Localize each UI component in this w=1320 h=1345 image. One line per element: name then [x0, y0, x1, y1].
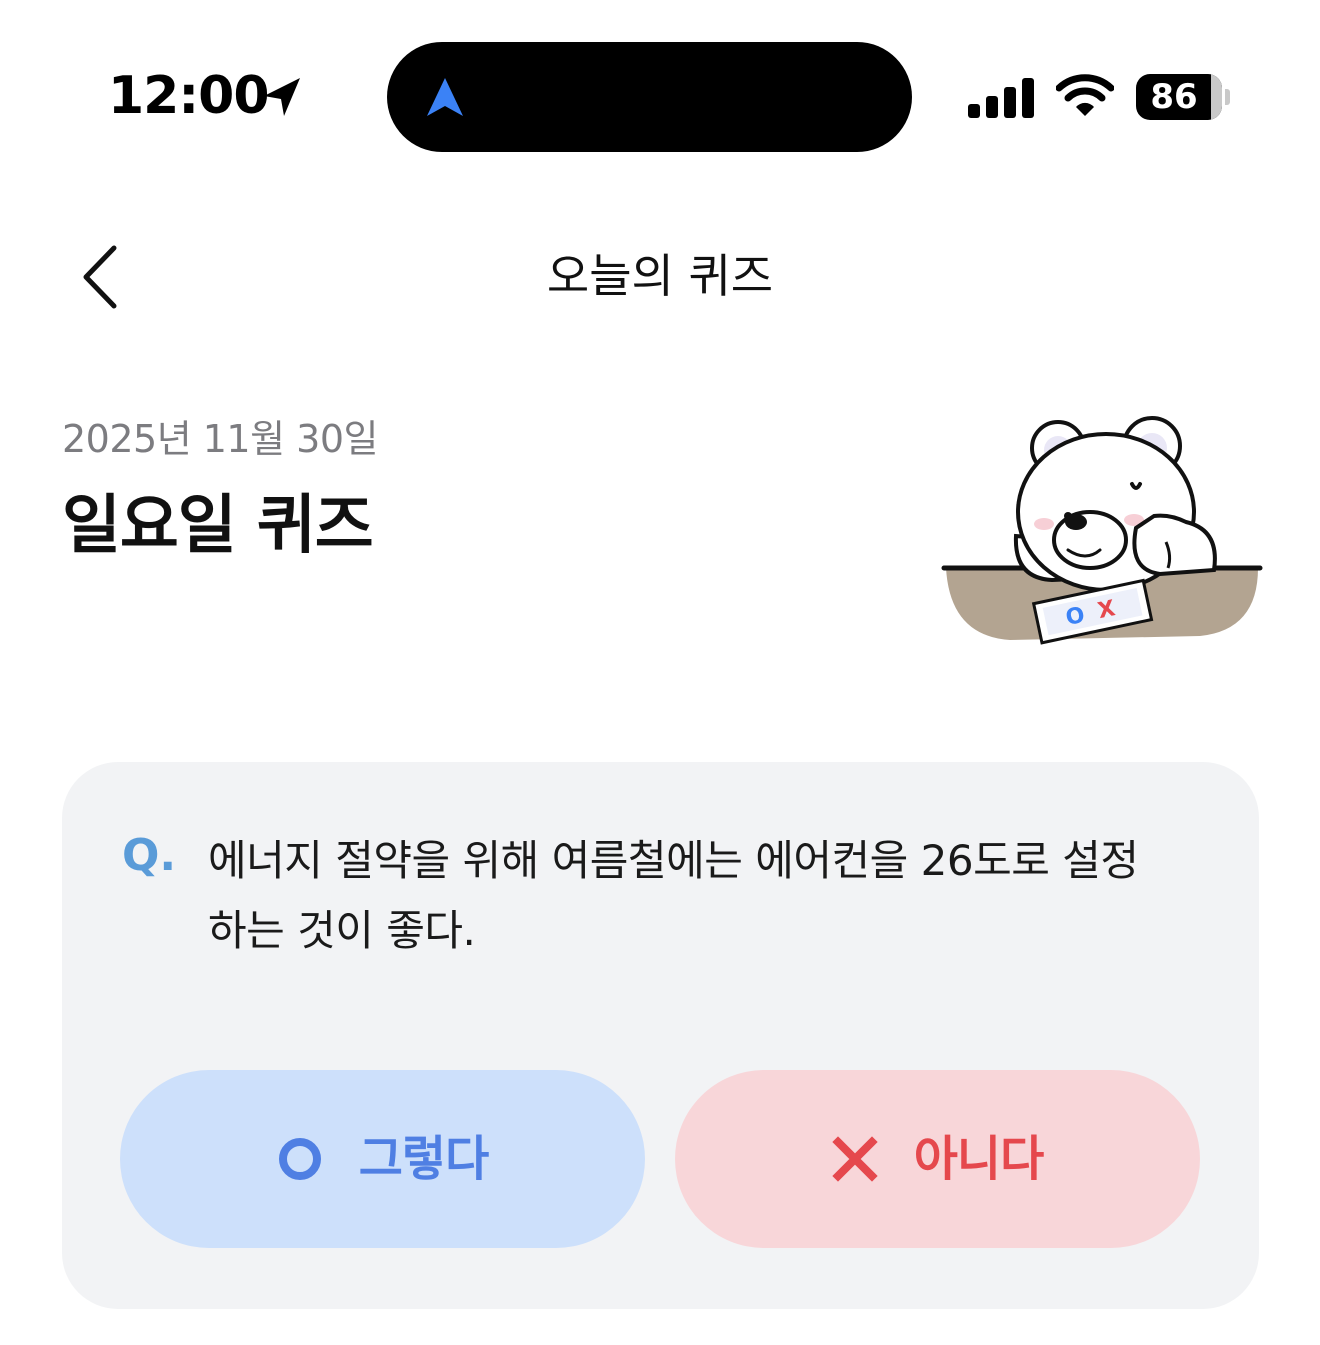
x-mark-icon [832, 1136, 878, 1182]
page-title: 오늘의 퀴즈 [546, 249, 774, 303]
status-time: 12:00 [108, 66, 270, 126]
wifi-icon [1056, 74, 1114, 116]
battery-empty-segment [1211, 74, 1222, 120]
quiz-screen: 12:00 86 오늘의 퀴즈 2025년 11월 30일 일요일 퀴즈 O X… [0, 0, 1320, 1345]
battery-icon: 86 [1136, 74, 1232, 120]
signal-icon [968, 78, 1034, 118]
quiz-heading: 일요일 퀴즈 [62, 489, 374, 563]
question-text: 에너지 절약을 위해 여름철에는 에어컨을 26도로 설정하는 것이 좋다. [208, 836, 1139, 955]
quiz-card: Q. 에너지 절약을 위해 여름철에는 에어컨을 26도로 설정하는 것이 좋다… [62, 762, 1259, 1309]
location-arrow-icon [264, 78, 300, 116]
quiz-date: 2025년 11월 30일 [62, 417, 378, 461]
answer-no-button[interactable]: 아니다 [675, 1070, 1200, 1248]
answer-yes-label: 그렇다 [358, 1131, 489, 1187]
bear-illustration: O X [941, 416, 1263, 645]
circle-o-icon [278, 1138, 321, 1180]
navigation-icon [427, 78, 463, 116]
answer-no-label: 아니다 [913, 1131, 1044, 1187]
battery-cap [1225, 89, 1230, 105]
answer-yes-button[interactable]: 그렇다 [120, 1070, 645, 1248]
battery-body: 86 [1136, 74, 1222, 120]
dynamic-island [387, 42, 912, 152]
battery-level: 86 [1150, 77, 1198, 117]
question-label: Q. [122, 830, 177, 881]
